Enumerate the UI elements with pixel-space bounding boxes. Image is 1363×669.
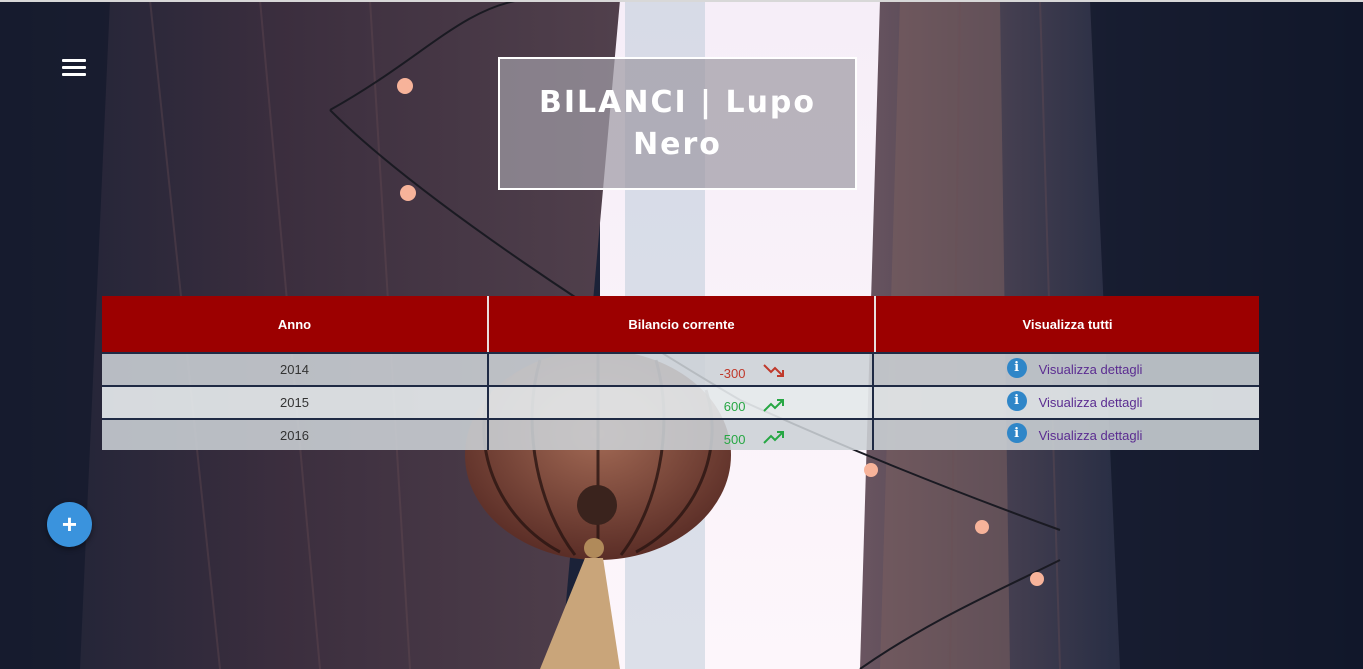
table-row: 2014 -300 i Visualizza dettagli [102, 354, 1259, 387]
add-button[interactable]: + [47, 502, 92, 547]
top-border [0, 0, 1363, 2]
info-icon[interactable]: i [1006, 357, 1027, 378]
info-icon[interactable]: i [1006, 390, 1027, 411]
trending-up-icon [762, 398, 784, 412]
balance-value: 600 [723, 399, 746, 414]
balance-cell: -300 [487, 354, 872, 385]
table-header: Anno Bilancio corrente Visualizza tutti [102, 296, 1259, 354]
title-box: BILANCI | Lupo Nero [498, 57, 857, 190]
balance-value: 500 [723, 431, 746, 447]
year-cell: 2014 [280, 362, 309, 377]
page: BILANCI | Lupo Nero Anno Bilancio corren… [0, 0, 1363, 669]
details-cell: i Visualizza dettagli [872, 354, 1255, 385]
details-cell: i Visualizza dettagli [872, 387, 1255, 418]
balance-table: Anno Bilancio corrente Visualizza tutti … [102, 296, 1259, 450]
view-details-link[interactable]: Visualizza dettagli [1039, 395, 1143, 410]
balance-cell: 600 [487, 387, 872, 418]
page-title: BILANCI | Lupo Nero [538, 84, 817, 162]
details-cell: i Visualizza dettagli [872, 420, 1255, 450]
view-details-link[interactable]: Visualizza dettagli [1039, 428, 1143, 443]
info-icon[interactable]: i [1006, 423, 1027, 443]
column-header-bilancio-corrente: Bilancio corrente [487, 296, 874, 352]
add-icon: + [61, 509, 78, 539]
table-row: 2016 500 i Visualizza dettagli [102, 420, 1259, 450]
year-cell: 2015 [280, 395, 309, 410]
year-cell: 2016 [280, 427, 309, 443]
view-details-link[interactable]: Visualizza dettagli [1039, 362, 1143, 377]
balance-value: -300 [719, 366, 746, 381]
balance-cell: 500 [487, 420, 872, 450]
hamburger-menu-icon[interactable] [58, 54, 90, 82]
trending-up-icon [762, 431, 784, 444]
column-header-visualizza-tutti: Visualizza tutti [874, 296, 1259, 352]
table-row: 2015 600 i Visualizza dettagli [102, 387, 1259, 420]
trending-down-icon [762, 363, 784, 377]
column-header-anno: Anno [277, 316, 312, 332]
